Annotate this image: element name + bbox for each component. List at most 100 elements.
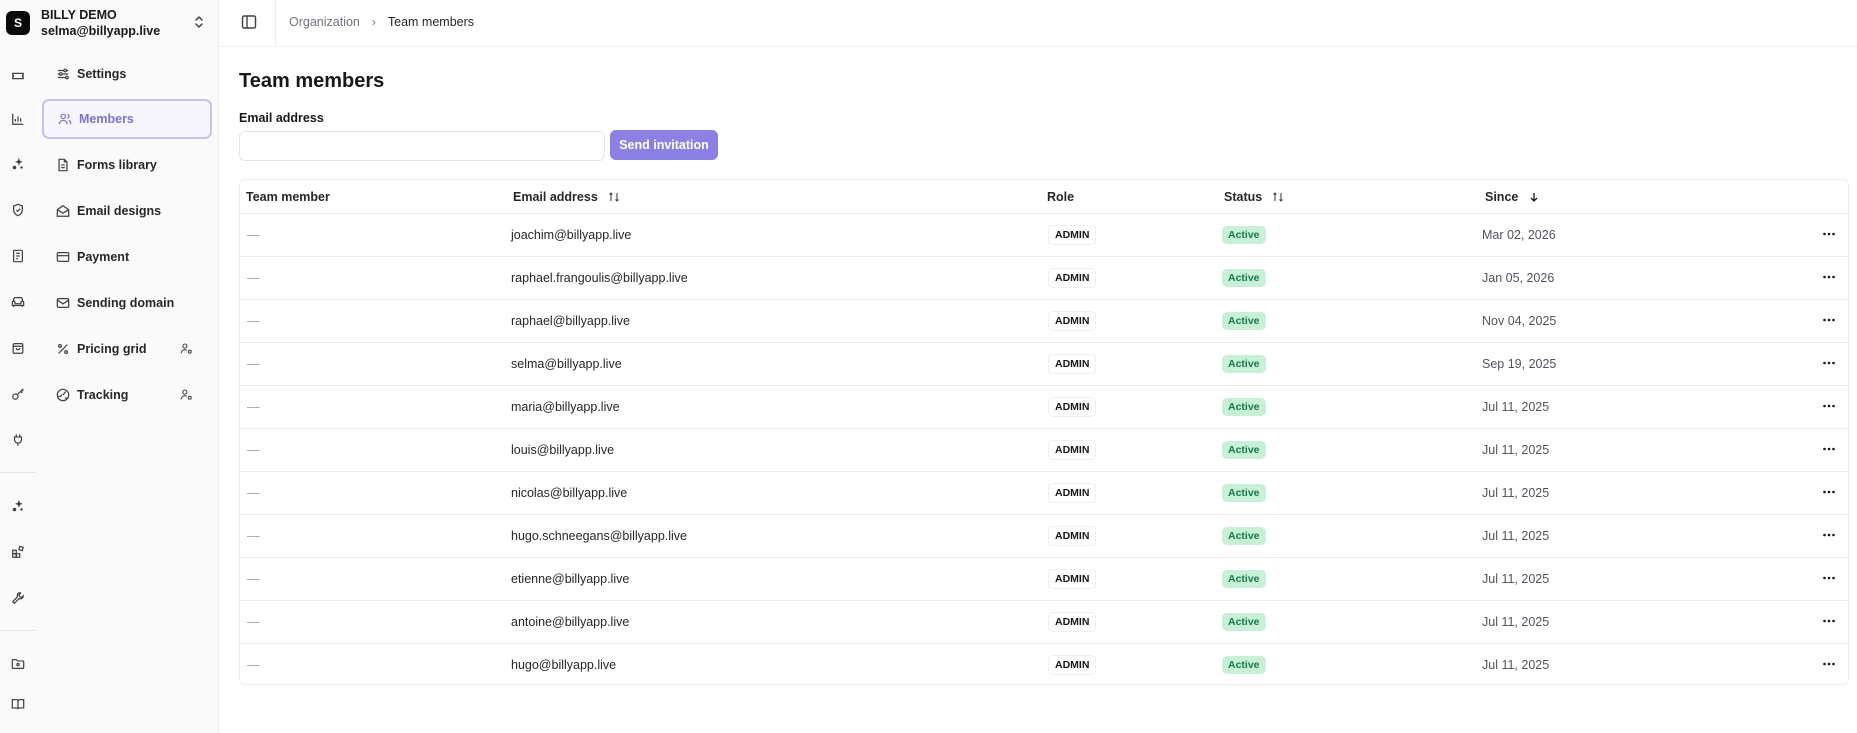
nav-item-tracking[interactable]: Tracking [42,375,212,415]
header-status[interactable]: Status [1224,190,1284,204]
table-row: — joachim@billyapp.live ADMIN Active Mar 02,… [240,214,1848,257]
member-name: — [247,443,260,457]
nav-item-forms-library[interactable]: Forms library [42,145,212,185]
more-actions-icon[interactable] [1821,312,1837,328]
member-since: Nov 04, 2025 [1482,314,1557,328]
nav-item-email-designs[interactable]: Email designs [42,191,212,231]
status-badge: Active [1222,570,1266,588]
folder-icon[interactable] [10,656,25,671]
nav-item-pricing-grid[interactable]: Pricing grid [42,329,212,369]
nav-item-label: Email designs [77,204,162,218]
table-row: — raphael.frangoulis@billyapp.live ADMIN Ac… [240,257,1848,300]
shield-icon[interactable] [10,202,25,217]
member-email: joachim@billyapp.live [511,228,632,242]
header-since[interactable]: Since [1485,190,1540,204]
sidebar-toggle-icon[interactable] [241,14,257,30]
more-actions-icon[interactable] [1821,613,1837,629]
sidebar: S BILLY DEMO selma@billyapp.live Setting… [0,0,219,733]
role-badge: ADMIN [1048,268,1097,288]
tracking-icon [56,388,70,402]
org-avatar: S [6,11,30,35]
nav-item-label: Tracking [77,388,129,402]
member-email: selma@billyapp.live [511,357,622,371]
email-label: Email address [239,111,324,125]
rail-divider [0,630,36,631]
member-name: — [247,486,260,500]
member-since: Jan 05, 2026 [1482,271,1555,285]
rail-divider [0,472,36,473]
member-since: Jul 11, 2025 [1482,486,1550,500]
receipt-icon[interactable] [10,248,25,263]
blocks-icon[interactable] [10,544,25,559]
more-actions-icon[interactable] [1821,527,1837,543]
role-badge: ADMIN [1048,526,1097,546]
mail-open-icon [56,205,70,217]
member-name: — [247,572,260,586]
member-since: Jul 11, 2025 [1482,443,1550,457]
member-name: — [247,228,260,242]
email-input[interactable] [239,131,605,161]
org-switcher[interactable]: S BILLY DEMO selma@billyapp.live [0,0,219,46]
member-since: Jul 11, 2025 [1482,658,1550,672]
org-text: BILLY DEMO selma@billyapp.live [41,7,160,39]
nav-item-members[interactable]: Members [42,99,212,139]
member-since: Jul 11, 2025 [1482,572,1550,586]
nav-item-payment[interactable]: Payment [42,237,212,277]
member-name: — [247,400,260,414]
more-actions-icon[interactable] [1821,269,1837,285]
wrench-icon[interactable] [10,590,25,605]
key-icon[interactable] [10,386,25,401]
nav-item-label: Settings [77,67,127,81]
nav-item-settings[interactable]: Settings [42,54,212,94]
more-actions-icon[interactable] [1821,226,1837,242]
ticket-icon[interactable] [10,68,25,83]
chart-icon[interactable] [10,111,25,126]
more-actions-icon[interactable] [1821,355,1837,371]
member-name: — [247,658,260,672]
sparkle-icon[interactable] [10,498,25,513]
org-name: BILLY DEMO [41,8,117,22]
table-row: — nicolas@billyapp.live ADMIN Active Jul 11,… [240,472,1848,515]
more-actions-icon[interactable] [1821,484,1837,500]
bag-icon[interactable] [10,340,25,355]
more-actions-icon[interactable] [1821,441,1837,457]
status-badge: Active [1222,398,1266,416]
table-row: — antoine@billyapp.live ADMIN Active Jul 11,… [240,601,1848,644]
header-email[interactable]: Email address [513,190,620,204]
more-actions-icon[interactable] [1821,398,1837,414]
send-invitation-button[interactable]: Send invitation [610,130,718,160]
member-name: — [247,271,260,285]
status-badge: Active [1222,441,1266,459]
nav-item-sending-domain[interactable]: Sending domain [42,283,212,323]
users-icon [58,113,72,125]
user-cog-icon [180,389,192,400]
status-badge: Active [1222,484,1266,502]
org-email: selma@billyapp.live [41,24,161,38]
nav-item-label: Pricing grid [77,342,147,356]
sliders-icon [57,68,69,80]
status-badge: Active [1222,226,1266,244]
status-badge: Active [1222,312,1266,330]
more-actions-icon[interactable] [1821,656,1837,672]
role-badge: ADMIN [1048,483,1097,503]
book-icon[interactable] [10,696,25,711]
member-email: raphael@billyapp.live [511,314,631,328]
arrow-down-icon [1530,193,1538,202]
breadcrumb-separator: › [371,15,376,29]
role-badge: ADMIN [1048,440,1097,460]
member-name: — [247,314,260,328]
member-since: Jul 11, 2025 [1482,615,1550,629]
role-badge: ADMIN [1048,397,1097,417]
sparkle-icon[interactable] [10,156,25,171]
breadcrumb-organization[interactable]: Organization [289,15,360,29]
sofa-icon[interactable] [10,294,25,309]
more-actions-icon[interactable] [1821,570,1837,586]
role-badge: ADMIN [1048,655,1097,675]
table-row: — maria@billyapp.live ADMIN Active Jul 11, 2… [240,386,1848,429]
sort-icon [1273,192,1284,202]
percent-icon [58,344,68,354]
header-role: Role [1047,190,1075,204]
member-email: maria@billyapp.live [511,400,620,414]
plug-icon[interactable] [10,432,25,447]
member-since: Mar 02, 2026 [1482,228,1556,242]
